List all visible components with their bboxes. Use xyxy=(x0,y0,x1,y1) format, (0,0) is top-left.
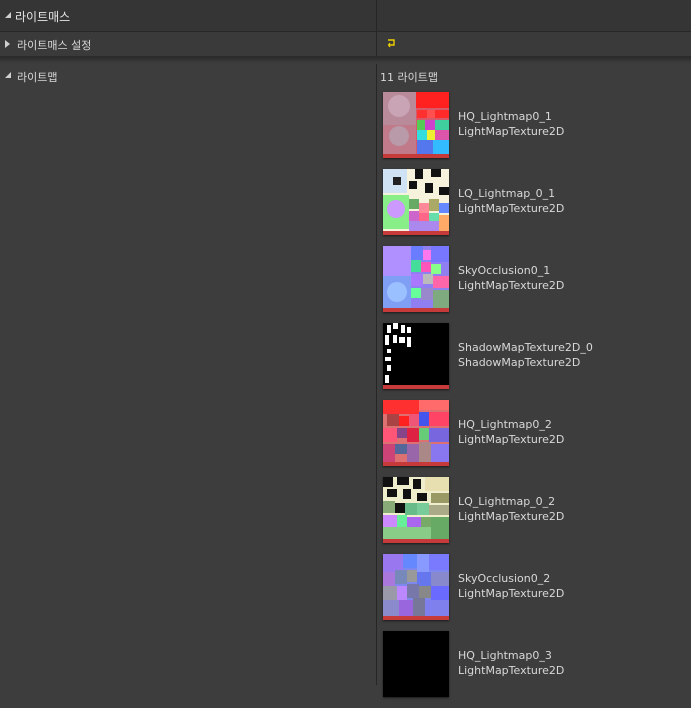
lightmap-thumbnail[interactable] xyxy=(383,554,449,620)
lightmap-thumbnail[interactable] xyxy=(383,246,449,312)
column-divider xyxy=(376,32,377,56)
expand-arrow-icon[interactable] xyxy=(5,40,10,48)
collapse-arrow-icon[interactable] xyxy=(5,72,11,78)
lightmap-name: LQ_Lightmap_0_2 xyxy=(458,495,556,508)
lightmap-thumbnail[interactable] xyxy=(383,631,449,697)
lightmap-thumbnail[interactable] xyxy=(383,400,449,466)
section-title: 라이트매스 xyxy=(15,10,71,24)
lightmap-thumbnail[interactable] xyxy=(383,477,449,543)
lightmap-count: 11 라이트맵 xyxy=(380,71,438,84)
lightmass-settings-label: 라이트매스 설정 xyxy=(17,39,92,52)
section-header-lightmass[interactable]: 라이트매스 xyxy=(0,0,691,32)
lightmass-settings-row[interactable]: 라이트매스 설정 xyxy=(0,32,691,57)
lightmap-item[interactable]: SkyOcclusion0_1 LightMapTexture2D xyxy=(383,246,683,323)
divider-shadow xyxy=(0,57,691,63)
lightmap-thumbnail[interactable] xyxy=(383,323,449,389)
lightmap-name: LQ_Lightmap_0_1 xyxy=(458,187,556,200)
lightmap-type: LightMapTexture2D xyxy=(458,664,565,677)
lightmap-type: LightMapTexture2D xyxy=(458,510,565,523)
lightmap-name: ShadowMapTexture2D_0 xyxy=(458,341,593,354)
lightmap-type: LightMapTexture2D xyxy=(458,125,565,138)
column-divider xyxy=(376,64,377,685)
lightmap-thumbnail[interactable] xyxy=(383,169,449,235)
collapse-arrow-icon[interactable] xyxy=(5,12,11,18)
lightmap-item[interactable]: LQ_Lightmap_0_2 LightMapTexture2D xyxy=(383,477,683,554)
lightmaps-label: 라이트맵 xyxy=(17,71,58,84)
lightmap-item[interactable]: HQ_Lightmap0_1 LightMapTexture2D xyxy=(383,92,683,169)
lightmap-item[interactable]: HQ_Lightmap0_2 LightMapTexture2D xyxy=(383,400,683,477)
lightmap-type: LightMapTexture2D xyxy=(458,279,565,292)
reset-to-default-icon[interactable] xyxy=(386,38,396,48)
lightmap-item[interactable]: SkyOcclusion0_2 LightMapTexture2D xyxy=(383,554,683,631)
lightmap-name: HQ_Lightmap0_1 xyxy=(458,110,552,123)
lightmap-item[interactable]: LQ_Lightmap_0_1 LightMapTexture2D xyxy=(383,169,683,246)
lightmap-type: LightMapTexture2D xyxy=(458,587,565,600)
lightmap-type: LightMapTexture2D xyxy=(458,433,565,446)
lightmap-type: LightMapTexture2D xyxy=(458,202,565,215)
lightmap-name: HQ_Lightmap0_3 xyxy=(458,649,552,662)
lightmap-thumbnail[interactable] xyxy=(383,92,449,158)
lightmap-list: HQ_Lightmap0_1 LightMapTexture2D LQ_Ligh… xyxy=(383,92,683,708)
lightmap-name: SkyOcclusion0_2 xyxy=(458,572,551,585)
lightmap-name: HQ_Lightmap0_2 xyxy=(458,418,552,431)
lightmap-item[interactable]: HQ_Lightmap0_3 LightMapTexture2D xyxy=(383,631,683,708)
lightmap-type: ShadowMapTexture2D xyxy=(458,356,581,369)
lightmaps-row: 라이트맵 11 라이트맵 HQ_Lightmap0_1 LightMapText… xyxy=(0,64,691,697)
column-divider xyxy=(376,0,377,31)
lightmap-name: SkyOcclusion0_1 xyxy=(458,264,551,277)
lightmap-item[interactable]: ShadowMapTexture2D_0 ShadowMapTexture2D xyxy=(383,323,683,400)
